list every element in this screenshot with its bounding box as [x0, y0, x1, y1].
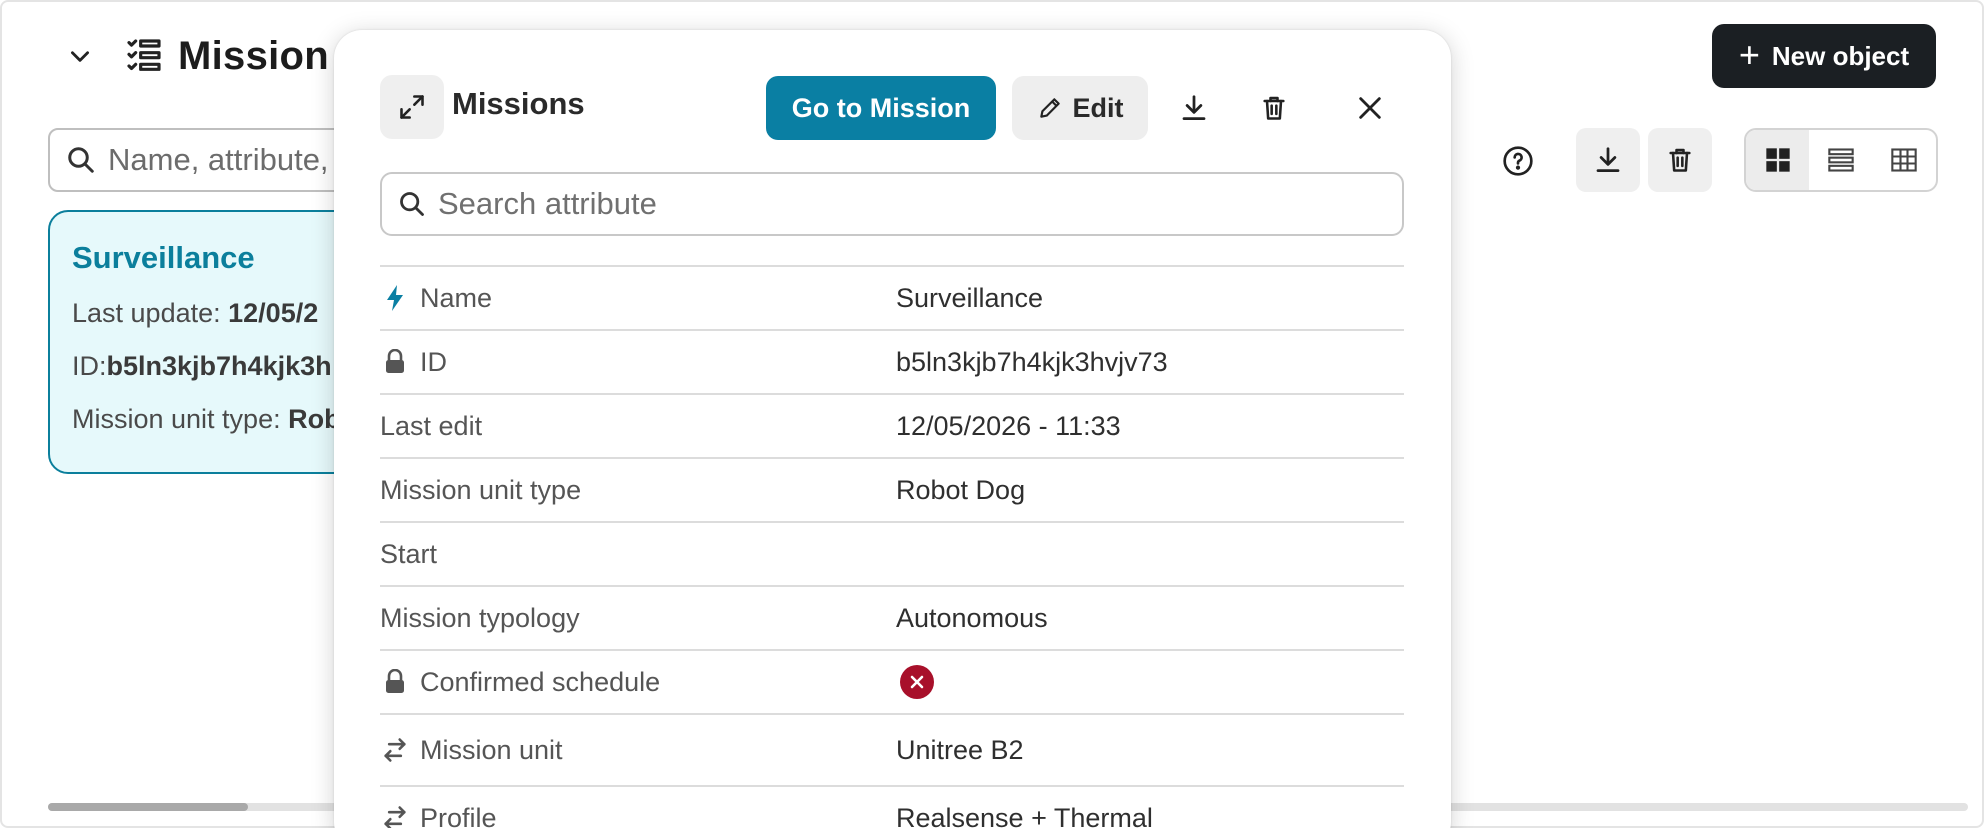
plus-icon: +: [1738, 33, 1760, 75]
table-view-icon: [1891, 148, 1918, 172]
trash-icon: [1263, 96, 1285, 120]
attribute-row: ID b5ln3kjb7h4kjk3hvjv73: [380, 331, 1404, 395]
go-to-mission-button[interactable]: Go to Mission: [766, 76, 996, 140]
attribute-value: Robot Dog: [896, 474, 1026, 505]
attribute-row: Mission unit type Robot Dog: [380, 459, 1404, 523]
edit-button[interactable]: Edit: [1012, 76, 1148, 140]
lock-icon: [380, 347, 410, 377]
help-circle-icon[interactable]: [1500, 143, 1536, 179]
download-icon: [1182, 95, 1206, 120]
attribute-row: Confirmed schedule: [380, 651, 1404, 715]
search-icon: [68, 147, 94, 173]
attribute-table: Name Surveillance ID b5ln3kjb7h4kjk3hvjv…: [380, 265, 1404, 828]
expand-button[interactable]: [380, 75, 444, 139]
attribute-key-label: Profile: [420, 802, 497, 828]
attribute-row: Mission unit Unitree B2: [380, 715, 1404, 787]
horizontal-scrollbar-thumb[interactable]: [48, 803, 248, 811]
attribute-row: Name Surveillance: [380, 267, 1404, 331]
list-view-icon: [1828, 148, 1854, 172]
page-title: Mission: [178, 33, 330, 78]
grid-view-icon: [1765, 148, 1790, 172]
page-header: Mission: [62, 30, 329, 82]
attribute-value: Surveillance: [896, 282, 1044, 313]
attribute-search-input[interactable]: [438, 186, 1338, 222]
pencil-icon: [1039, 98, 1060, 118]
download-all-button[interactable]: [1576, 128, 1640, 192]
attribute-key: Profile: [380, 787, 497, 828]
search-placeholder: Name, attribute,: [108, 142, 329, 177]
attribute-key: Start: [380, 538, 438, 569]
attribute-value[interactable]: Realsense + Thermal: [896, 787, 1153, 828]
attribute-key: Mission unit: [380, 715, 563, 785]
close-button[interactable]: [1352, 90, 1388, 126]
attribute-key-label: ID: [420, 346, 447, 377]
bolt-icon: [380, 283, 410, 313]
chevron-down-icon[interactable]: [62, 38, 98, 74]
modal-title: Missions: [452, 86, 585, 121]
close-icon: [1359, 97, 1381, 119]
attribute-key: Name: [380, 267, 492, 329]
attribute-key-label: Name: [420, 282, 493, 313]
edit-label: Edit: [1072, 92, 1124, 123]
attribute-key: Confirmed schedule: [380, 651, 660, 713]
attribute-key: ID: [380, 331, 447, 393]
relation-icon: [380, 735, 410, 765]
trash-icon: [1669, 148, 1691, 172]
download-button[interactable]: [1176, 90, 1212, 126]
download-icon: [1596, 147, 1620, 172]
search-icon: [400, 192, 424, 216]
relation-icon: [380, 803, 410, 828]
attribute-value: b5ln3kjb7h4kjk3hvjv73: [896, 346, 1168, 377]
list-view-button[interactable]: [1809, 130, 1872, 190]
attribute-value: Autonomous: [896, 602, 1048, 633]
grid-view-button[interactable]: [1746, 130, 1810, 190]
lock-icon: [380, 667, 410, 697]
attribute-key: Mission unit type: [380, 474, 582, 505]
attribute-value: [896, 651, 934, 713]
expand-icon: [400, 95, 424, 119]
object-detail-modal: Missions Go to Mission Edit Name Surveil…: [334, 30, 1451, 828]
attribute-value: 12/05/2026 - 11:33: [896, 410, 1121, 441]
false-status-icon: [900, 665, 934, 699]
delete-button[interactable]: [1256, 90, 1292, 126]
attribute-key-label: Mission unit: [420, 734, 563, 765]
attribute-row: Last edit 12/05/2026 - 11:33: [380, 395, 1404, 459]
new-object-label: New object: [1771, 40, 1910, 71]
attribute-value[interactable]: Unitree B2: [896, 715, 1024, 785]
attribute-row: Start: [380, 523, 1404, 587]
delete-all-button[interactable]: [1648, 128, 1712, 192]
attribute-key: Last edit: [380, 410, 483, 441]
checklist-icon: [122, 34, 166, 78]
attribute-key: Mission typology: [380, 602, 580, 633]
view-switcher: [1744, 128, 1938, 192]
attribute-key-label: Confirmed schedule: [420, 666, 661, 697]
attribute-row: Mission typology Autonomous: [380, 587, 1404, 651]
new-object-button[interactable]: + New object: [1712, 24, 1936, 88]
attribute-search-field[interactable]: [380, 172, 1404, 236]
table-view-button[interactable]: [1873, 130, 1936, 190]
attribute-row: Profile Realsense + Thermal: [380, 787, 1404, 828]
